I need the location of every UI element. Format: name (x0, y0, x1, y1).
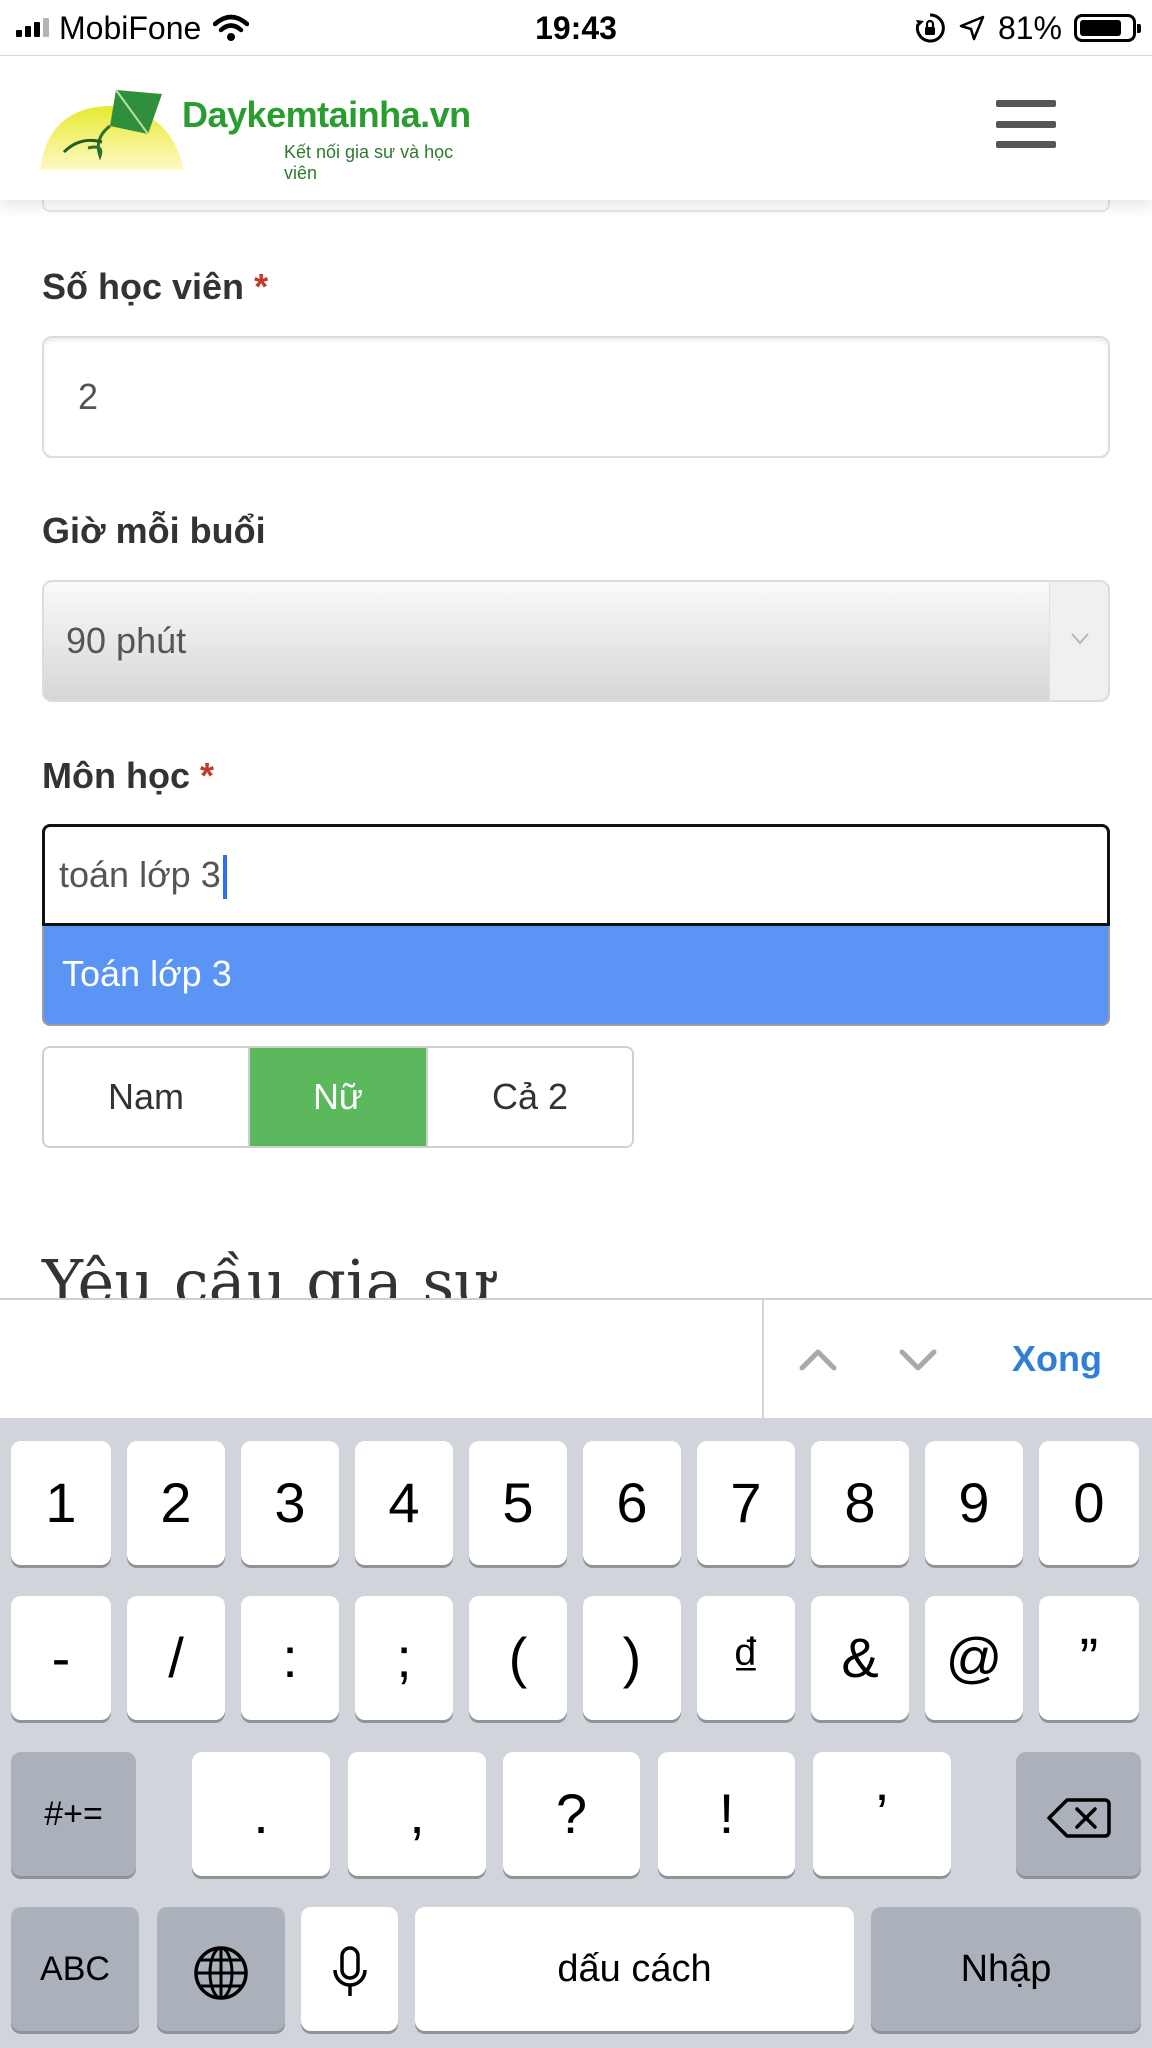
students-label: Số học viên * (42, 266, 269, 307)
key-8[interactable]: 8 (811, 1441, 909, 1565)
key-semicolon[interactable]: ; (355, 1596, 453, 1720)
key-0[interactable]: 0 (1039, 1441, 1139, 1565)
key-question[interactable]: ? (503, 1752, 640, 1876)
kite-logo-icon (40, 89, 184, 170)
accessory-divider (762, 1300, 764, 1420)
key-more-symbols[interactable]: #+= (11, 1752, 136, 1876)
key-close-paren[interactable]: ) (583, 1596, 681, 1720)
key-6[interactable]: 6 (583, 1441, 681, 1565)
backspace-icon (1046, 1798, 1111, 1838)
key-2[interactable]: 2 (127, 1441, 225, 1565)
brand-tagline: Kết nối gia sư và học viên (284, 142, 454, 183)
subject-label: Môn học * (42, 755, 215, 796)
globe-key[interactable] (157, 1907, 285, 2031)
dictation-key[interactable] (301, 1907, 398, 2031)
key-quote[interactable]: ” (1039, 1596, 1139, 1720)
previous-field-chevron-up-icon[interactable] (796, 1338, 840, 1382)
microphone-icon (332, 1946, 367, 1997)
key-ampersand[interactable]: & (811, 1596, 909, 1720)
space-key[interactable]: dấu cách (415, 1907, 854, 2031)
key-at[interactable]: @ (925, 1596, 1023, 1720)
subject-input[interactable]: toán lớp 3 (42, 824, 1110, 926)
subject-suggestion-item[interactable]: Toán lớp 3 (42, 926, 1110, 1026)
session-time-value: 90 phút (66, 620, 187, 661)
keyboard-accessory-bar: Xong (0, 1298, 1152, 1420)
site-logo[interactable]: Daykemtainha.vn Kết nối gia sư và học vi… (40, 86, 480, 183)
required-marker: * (254, 266, 269, 307)
key-1[interactable]: 1 (11, 1441, 111, 1565)
globe-icon (194, 1946, 248, 2000)
next-field-chevron-down-icon[interactable] (896, 1338, 940, 1382)
key-open-paren[interactable]: ( (469, 1596, 567, 1720)
key-4[interactable]: 4 (355, 1441, 453, 1565)
gender-option-male[interactable]: Nam (44, 1048, 250, 1146)
gender-option-both[interactable]: Cả 2 (428, 1048, 632, 1146)
session-time-label: Giờ mỗi buổi (42, 510, 266, 551)
site-header: Daykemtainha.vn Kết nối gia sư và học vi… (0, 56, 1152, 200)
battery-icon (1074, 14, 1141, 42)
done-button[interactable]: Xong (1012, 1300, 1102, 1418)
key-period[interactable]: . (192, 1752, 330, 1876)
battery-percentage: 81% (997, 9, 1062, 46)
text-cursor (222, 855, 227, 900)
status-bar: MobiFone 19:43 81% (0, 0, 1152, 56)
students-input[interactable]: 2 (42, 336, 1110, 458)
rotation-lock-icon (915, 13, 945, 43)
required-marker: * (200, 755, 215, 796)
key-3[interactable]: 3 (241, 1441, 339, 1565)
key-apostrophe[interactable]: ’ (813, 1752, 951, 1876)
key-colon[interactable]: : (241, 1596, 339, 1720)
gender-toggle-group: Nam Nữ Cả 2 (42, 1046, 634, 1148)
key-comma[interactable]: , (348, 1752, 486, 1876)
abc-key[interactable]: ABC (11, 1907, 139, 2031)
key-hyphen[interactable]: - (11, 1596, 111, 1720)
key-9[interactable]: 9 (925, 1441, 1023, 1565)
brand-name: Daykemtainha.vn (182, 94, 471, 135)
return-key[interactable]: Nhập (871, 1907, 1141, 2031)
menu-hamburger-icon[interactable] (996, 100, 1056, 148)
backspace-key[interactable] (1016, 1752, 1141, 1876)
key-dong[interactable]: ₫ (697, 1596, 795, 1720)
chevron-down-icon (1049, 582, 1108, 700)
gender-option-female[interactable]: Nữ (250, 1048, 428, 1146)
key-5[interactable]: 5 (469, 1441, 567, 1565)
key-slash[interactable]: / (127, 1596, 225, 1720)
key-7[interactable]: 7 (697, 1441, 795, 1565)
subject-input-value: toán lớp 3 (59, 854, 221, 895)
session-time-select[interactable]: 90 phút (42, 580, 1110, 702)
key-exclamation[interactable]: ! (658, 1752, 795, 1876)
location-arrow-icon (959, 15, 985, 41)
keyboard: 1 2 3 4 5 6 7 8 9 0 - / : ; ( ) ₫ & @ ” … (0, 1418, 1152, 2048)
